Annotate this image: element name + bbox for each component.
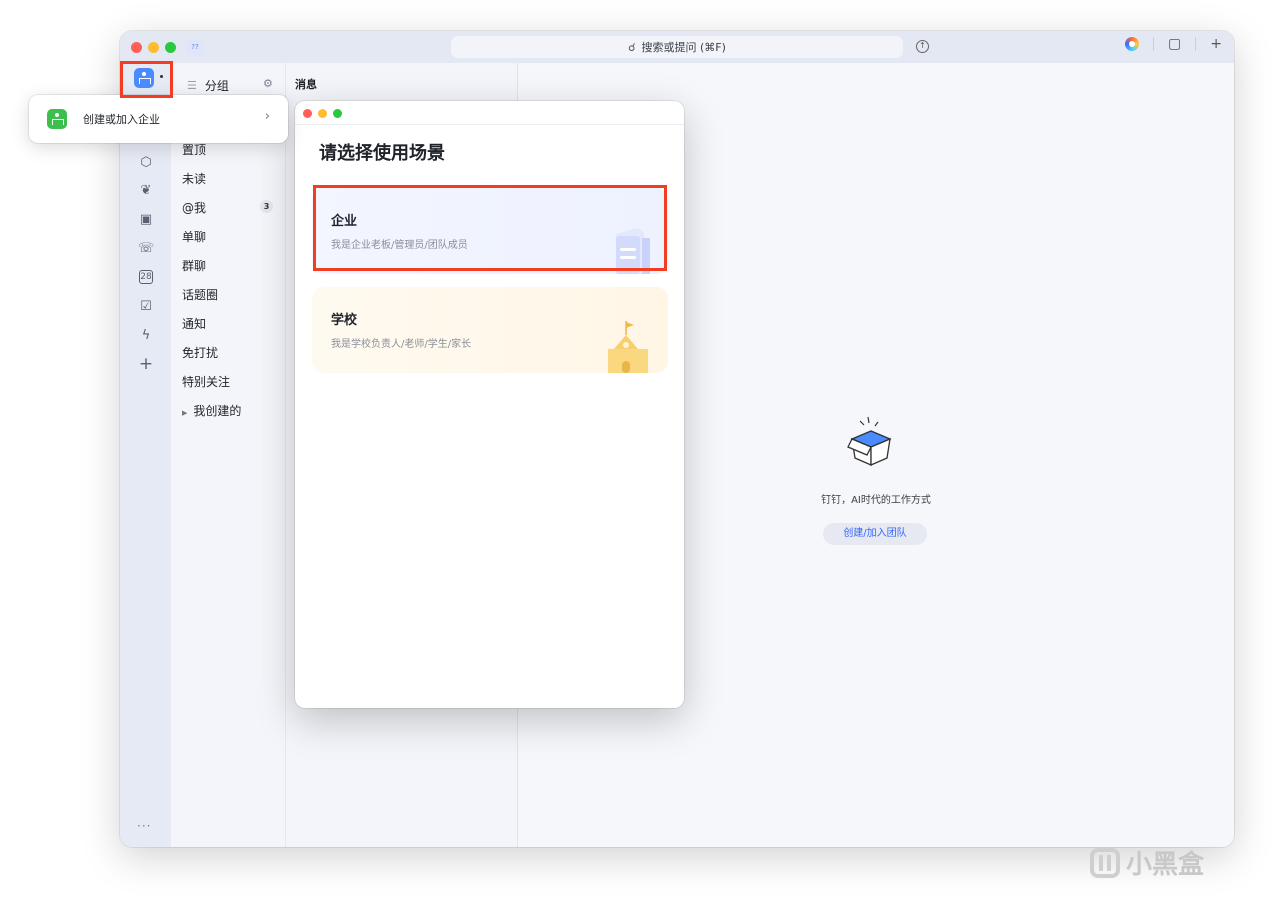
dialog-minimize-button[interactable] [318,109,327,118]
organization-icon [47,109,67,129]
school-building-icon [608,321,648,373]
add-app-icon[interactable]: + [138,356,154,373]
group-header-label: 分组 [204,79,229,93]
watermark-text: 小黑盒 [1126,850,1205,880]
list-icon: ☰ [187,79,197,92]
title-bar: ?? ☌ 搜索或提问 (⌘F) ↑ ▢ + [120,31,1234,63]
cube-icon[interactable]: ⬡ [138,155,154,171]
group-column: ☰ 分组 ⚙ 置顶 未读 @我 3 单聊 群聊 话题圈 通知 免打扰 特别关注 … [171,63,285,847]
close-window-button[interactable] [131,42,142,53]
group-item-notifications[interactable]: 通知 [182,315,206,332]
todo-check-icon[interactable]: ☑ [138,299,154,315]
dialog-close-button[interactable] [303,109,312,118]
more-icon[interactable]: ··· [137,819,151,833]
search-placeholder: 搜索或提问 (⌘F) [641,41,726,54]
titlebar-divider [1153,37,1155,51]
search-input[interactable]: ☌ 搜索或提问 (⌘F) [451,36,903,58]
org-menu: 创建或加入企业 › [29,95,288,143]
create-join-team-button[interactable]: 创建/加入团队 [823,523,927,545]
group-item-pinned[interactable]: 置顶 [182,141,206,158]
titlebar-divider [1195,37,1197,51]
xiaoheihe-logo-icon [1090,847,1120,878]
group-item-single-chat[interactable]: 单聊 [182,228,206,245]
group-item-created-by-me[interactable]: ▶ 我创建的 [182,402,241,419]
contacts-icon[interactable]: ▣ [138,212,154,228]
caret-right-icon: ▶ [182,409,188,417]
chat-bubble-icon[interactable]: ▢ [1168,37,1181,51]
calendar-icon[interactable]: 28 [139,270,153,284]
minimize-window-button[interactable] [148,42,159,53]
dialog-title: 请选择使用场景 [319,143,445,164]
school-option-card[interactable]: 学校 我是学校负责人/老师/学生/家长 [312,287,668,373]
group-item-unread[interactable]: 未读 [182,170,206,187]
maximize-window-button[interactable] [165,42,176,53]
highlight-box [120,61,173,98]
group-item-mentions[interactable]: @我 [182,199,206,216]
leaf-icon[interactable]: ❦ [138,183,154,199]
left-rail: ⬡ ❦ ▣ ☏ 28 ☑ ϟ + ··· [120,63,171,847]
chevron-right-icon[interactable]: › [265,109,270,124]
ai-assistant-icon[interactable] [1125,37,1140,51]
gear-icon[interactable]: ⚙ [263,77,273,90]
highlight-box [313,185,667,271]
app-badge: ?? [186,39,204,55]
mention-count-badge: 3 [260,200,273,213]
group-header[interactable]: ☰ 分组 ⚙ [187,77,273,94]
group-item-label: 我创建的 [193,404,242,418]
dialog-maximize-button[interactable] [333,109,342,118]
lightning-icon[interactable]: ϟ [138,328,154,344]
titlebar-actions: ▢ + [1125,37,1222,51]
group-item-topics[interactable]: 话题圈 [182,286,218,303]
create-join-enterprise-item[interactable]: 创建或加入企业 [83,111,160,127]
card-description: 我是学校负责人/老师/学生/家长 [331,339,472,350]
watermark: 小黑盒 [1090,844,1204,881]
ai-search-icon: ☌ [628,40,636,54]
group-item-do-not-disturb[interactable]: 免打扰 [182,344,218,361]
phone-icon[interactable]: ☏ [138,241,154,257]
dialog-title-bar [295,101,684,125]
open-box-icon [847,416,892,466]
upload-icon[interactable]: ↑ [916,40,929,53]
card-title: 学校 [331,313,358,328]
add-icon[interactable]: + [1210,37,1222,51]
message-column-title: 消息 [295,78,317,91]
group-item-special-follow[interactable]: 特别关注 [182,373,230,390]
group-item-group-chat[interactable]: 群聊 [182,257,206,274]
